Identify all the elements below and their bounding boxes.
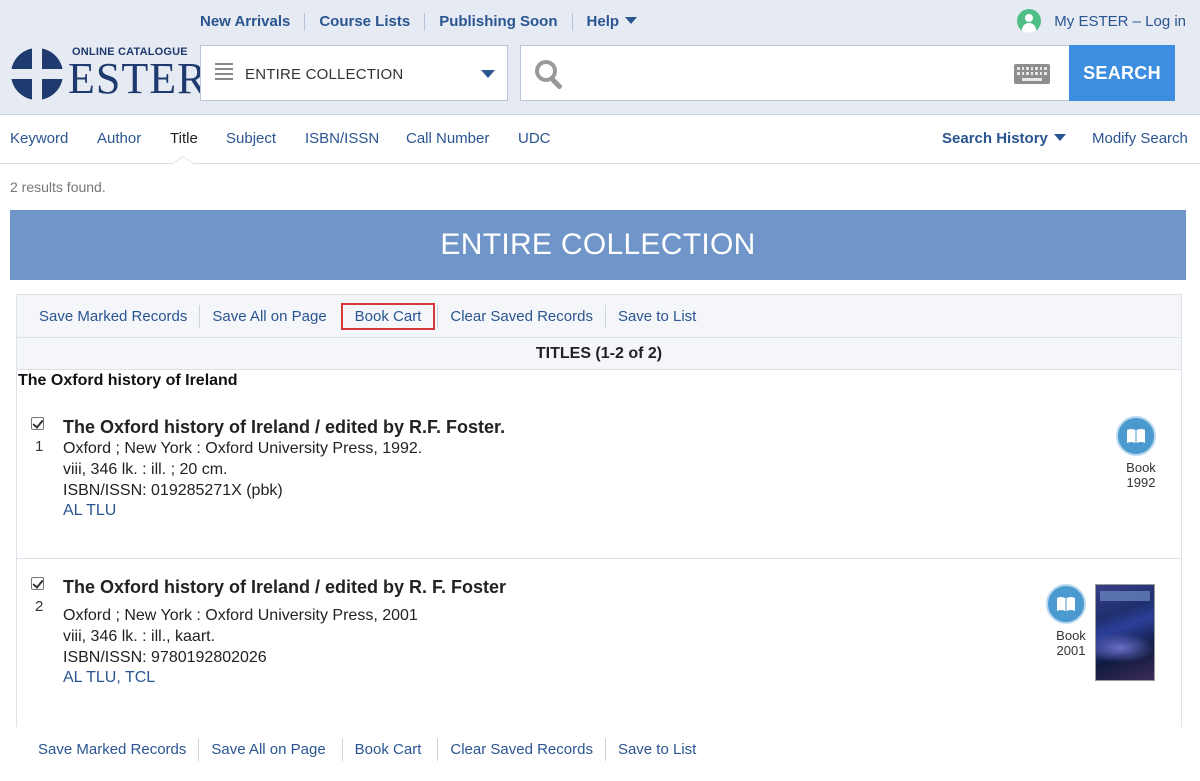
search-history-label: Search History bbox=[942, 130, 1048, 147]
result-record: 2 The Oxford history of Ireland / edited… bbox=[17, 560, 1181, 726]
record-physical-description: viii, 346 lk. : ill., kaart. bbox=[63, 628, 216, 645]
modify-search-link[interactable]: Modify Search bbox=[1092, 130, 1188, 147]
book-cover-image[interactable] bbox=[1095, 584, 1155, 681]
keyboard-icon[interactable] bbox=[1014, 64, 1050, 84]
ester-logo[interactable]: ONLINE CATALOGUE ESTER bbox=[10, 43, 206, 105]
tab-subject[interactable]: Subject bbox=[226, 130, 276, 147]
search-input[interactable] bbox=[581, 56, 1001, 90]
results-count: 2 results found. bbox=[10, 179, 106, 195]
year-label: 1992 bbox=[1126, 475, 1156, 490]
tab-call-number[interactable]: Call Number bbox=[406, 130, 489, 147]
user-icon bbox=[1017, 9, 1042, 33]
record-title-link[interactable]: The Oxford history of Ireland / edited b… bbox=[63, 577, 506, 598]
save-to-list-button[interactable]: Save to List bbox=[604, 304, 708, 328]
login-link[interactable]: My ESTER – Log in bbox=[1017, 9, 1186, 33]
result-record: 1 The Oxford history of Ireland / edited… bbox=[17, 400, 1181, 559]
book-icon bbox=[1046, 584, 1086, 624]
logo-title: ESTER bbox=[68, 54, 208, 103]
login-label: My ESTER – Log in bbox=[1054, 12, 1186, 30]
results-toolbar-bottom: Save Marked Records Save All on Page Boo… bbox=[16, 727, 1182, 771]
tab-udc[interactable]: UDC bbox=[518, 130, 551, 147]
save-all-on-page-button[interactable]: Save All on Page bbox=[199, 304, 338, 328]
record-physical-description: viii, 346 lk. : ill. ; 20 cm. bbox=[63, 461, 228, 478]
save-to-list-button[interactable]: Save to List bbox=[604, 737, 708, 761]
record-checkbox[interactable] bbox=[31, 417, 44, 430]
book-cart-button[interactable]: Book Cart bbox=[341, 737, 434, 761]
search-button[interactable]: SEARCH bbox=[1069, 45, 1175, 101]
chevron-down-icon bbox=[625, 17, 638, 24]
book-cart-button[interactable]: Book Cart bbox=[340, 302, 436, 330]
format-label: Book bbox=[1126, 460, 1156, 475]
save-marked-records-button[interactable]: Save Marked Records bbox=[26, 738, 198, 761]
nav-help-label: Help bbox=[586, 13, 620, 30]
record-location-link[interactable]: AL TLU bbox=[63, 502, 116, 520]
results-toolbar-top: Save Marked Records Save All on Page Boo… bbox=[16, 294, 1182, 338]
format-label: Book bbox=[1056, 628, 1086, 643]
record-number: 2 bbox=[35, 598, 44, 615]
save-marked-records-button[interactable]: Save Marked Records bbox=[27, 305, 199, 328]
nav-new-arrivals[interactable]: New Arrivals bbox=[186, 13, 304, 31]
tab-keyword[interactable]: Keyword bbox=[10, 130, 68, 147]
group-heading: The Oxford history of Ireland bbox=[18, 372, 238, 389]
search-history-dropdown[interactable]: Search History bbox=[942, 130, 1066, 147]
tab-title[interactable]: Title bbox=[170, 130, 198, 147]
chevron-down-icon bbox=[481, 70, 495, 78]
ester-logo-icon bbox=[11, 46, 63, 102]
record-publication: Oxford ; New York : Oxford University Pr… bbox=[63, 607, 418, 624]
nav-help[interactable]: Help bbox=[571, 13, 652, 31]
clear-saved-records-button[interactable]: Clear Saved Records bbox=[437, 737, 605, 761]
record-isbn: ISBN/ISSN: 019285271X (pbk) bbox=[63, 482, 283, 499]
tab-author[interactable]: Author bbox=[97, 130, 141, 147]
collection-banner: ENTIRE COLLECTION bbox=[10, 210, 1186, 280]
titles-header: TITLES (1-2 of 2) bbox=[16, 338, 1182, 370]
record-number: 1 bbox=[35, 438, 44, 455]
tab-isbn-issn[interactable]: ISBN/ISSN bbox=[305, 130, 379, 147]
year-label: 2001 bbox=[1056, 643, 1086, 658]
search-icon bbox=[535, 60, 565, 90]
chevron-down-icon bbox=[1053, 134, 1066, 141]
record-isbn: ISBN/ISSN: 9780192802026 bbox=[63, 649, 267, 666]
record-publication: Oxford ; New York : Oxford University Pr… bbox=[63, 440, 423, 457]
record-location-link[interactable]: AL TLU, TCL bbox=[63, 669, 155, 687]
nav-publishing-soon[interactable]: Publishing Soon bbox=[424, 13, 571, 31]
clear-saved-records-button[interactable]: Clear Saved Records bbox=[437, 304, 605, 328]
collection-select[interactable]: ENTIRE COLLECTION bbox=[200, 45, 508, 101]
record-title-link[interactable]: The Oxford history of Ireland / edited b… bbox=[63, 417, 505, 438]
list-icon bbox=[215, 63, 233, 83]
save-all-on-page-button[interactable]: Save All on Page bbox=[198, 737, 337, 761]
collection-select-value: ENTIRE COLLECTION bbox=[245, 66, 404, 83]
record-checkbox[interactable] bbox=[31, 577, 44, 590]
top-navigation: New Arrivals Course Lists Publishing Soo… bbox=[186, 11, 651, 33]
book-icon bbox=[1116, 416, 1156, 456]
nav-course-lists[interactable]: Course Lists bbox=[304, 13, 424, 31]
header: ONLINE CATALOGUE ESTER New Arrivals Cour… bbox=[0, 0, 1200, 115]
search-box bbox=[520, 45, 1070, 101]
